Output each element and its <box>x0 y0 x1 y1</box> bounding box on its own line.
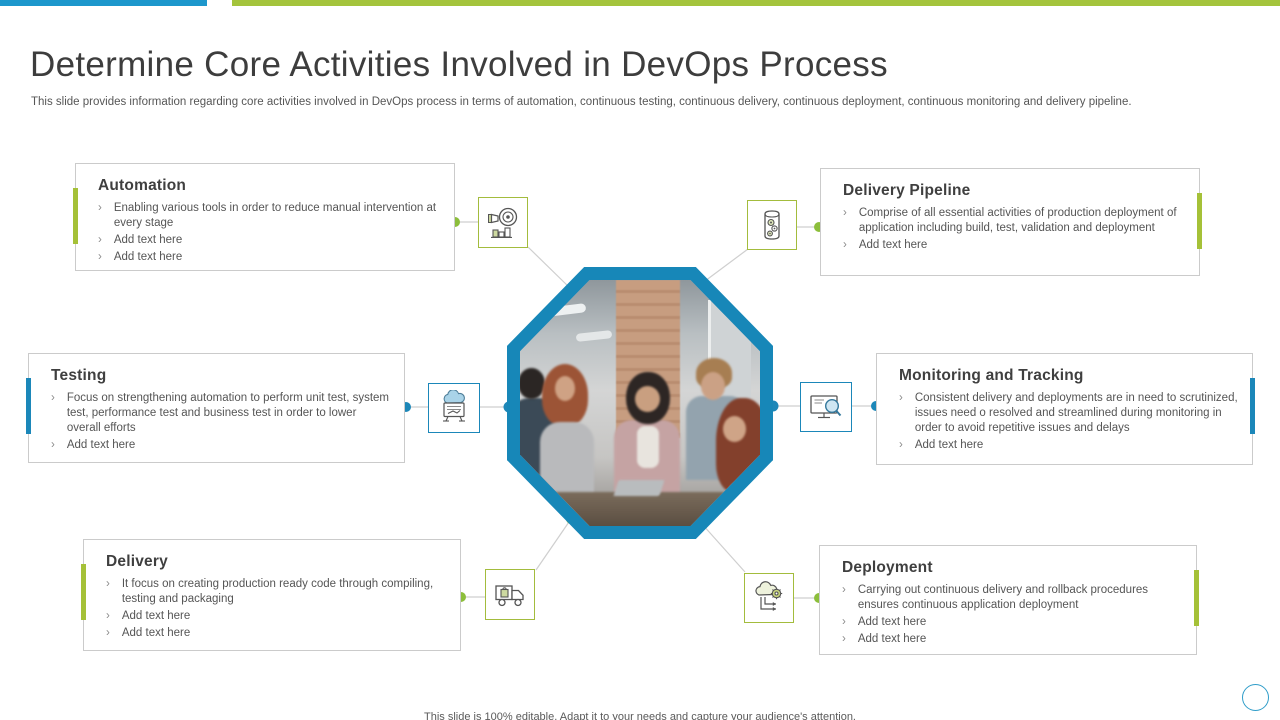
card-monitoring-and-tracking: Monitoring and Tracking ›Consistent deli… <box>876 353 1253 465</box>
card-title: Testing <box>51 367 392 385</box>
card-title: Deployment <box>842 559 1184 577</box>
laptop <box>613 480 664 496</box>
bullet-item: ›Add text here <box>899 438 1240 453</box>
bullet-item: ›Focus on strengthening automation to pe… <box>51 391 392 436</box>
bullet-item: ›Enabling various tools in order to redu… <box>98 201 442 231</box>
card-bullets: ›Comprise of all essential activities of… <box>843 206 1187 253</box>
card-title: Delivery Pipeline <box>843 182 1187 200</box>
icon-tile-automation <box>478 197 528 248</box>
decorative-circle <box>1242 684 1269 711</box>
bullet-item: ›Comprise of all essential activities of… <box>843 206 1187 236</box>
icon-tile-delivery-pipeline <box>747 200 797 250</box>
target-megaphone-chart-icon <box>485 205 521 241</box>
icon-tile-deployment <box>744 573 794 623</box>
card-bullets: ›Enabling various tools in order to redu… <box>98 201 442 265</box>
slide: Determine Core Activities Involved in De… <box>0 0 1280 720</box>
footer-note: This slide is 100% editable. Adapt it to… <box>0 711 1280 720</box>
card-delivery-pipeline: Delivery Pipeline ›Comprise of all essen… <box>820 168 1200 276</box>
delivery-truck-icon <box>492 577 528 613</box>
card-title: Automation <box>98 177 442 195</box>
accent-bar <box>1197 193 1202 249</box>
monitor-magnifier-icon <box>808 389 844 425</box>
bullet-item: ›Add text here <box>843 238 1187 253</box>
accent-bar <box>1250 378 1255 434</box>
bullet-item: ›Consistent delivery and deployments are… <box>899 391 1240 436</box>
card-bullets: ›Focus on strengthening automation to pe… <box>51 391 392 453</box>
card-title: Monitoring and Tracking <box>899 367 1240 385</box>
cloud-monitor-icon <box>436 390 472 426</box>
accent-bar <box>26 378 31 434</box>
card-bullets: ›It focus on creating production ready c… <box>106 577 448 641</box>
bullet-item: ›Add text here <box>106 609 448 624</box>
bullet-item: ›Add text here <box>98 233 442 248</box>
accent-bar <box>1194 570 1199 626</box>
bullet-item: ›It focus on creating production ready c… <box>106 577 448 607</box>
icon-tile-testing <box>428 383 480 433</box>
card-title: Delivery <box>106 553 448 571</box>
bullet-item: ›Add text here <box>98 250 442 265</box>
team-photo <box>520 280 760 526</box>
icon-tile-delivery <box>485 569 535 620</box>
bullet-item: ›Add text here <box>106 626 448 641</box>
card-bullets: ›Carrying out continuous delivery and ro… <box>842 583 1184 647</box>
cloud-gear-arrows-icon <box>751 580 787 616</box>
bullet-item: ›Add text here <box>842 615 1184 630</box>
card-automation: Automation ›Enabling various tools in or… <box>75 163 455 271</box>
bullet-item: ›Add text here <box>842 632 1184 647</box>
card-deployment: Deployment ›Carrying out continuous deli… <box>819 545 1197 655</box>
card-delivery: Delivery ›It focus on creating productio… <box>83 539 461 651</box>
card-bullets: ›Consistent delivery and deployments are… <box>899 391 1240 453</box>
accent-bar <box>81 564 86 620</box>
bullet-item: ›Carrying out continuous delivery and ro… <box>842 583 1184 613</box>
pipeline-cylinder-gears-icon <box>754 207 790 243</box>
accent-bar <box>73 188 78 244</box>
icon-tile-monitoring <box>800 382 852 432</box>
card-testing: Testing ›Focus on strengthening automati… <box>28 353 405 463</box>
team-photo-octagon <box>507 267 773 539</box>
bullet-item: ›Add text here <box>51 438 392 453</box>
